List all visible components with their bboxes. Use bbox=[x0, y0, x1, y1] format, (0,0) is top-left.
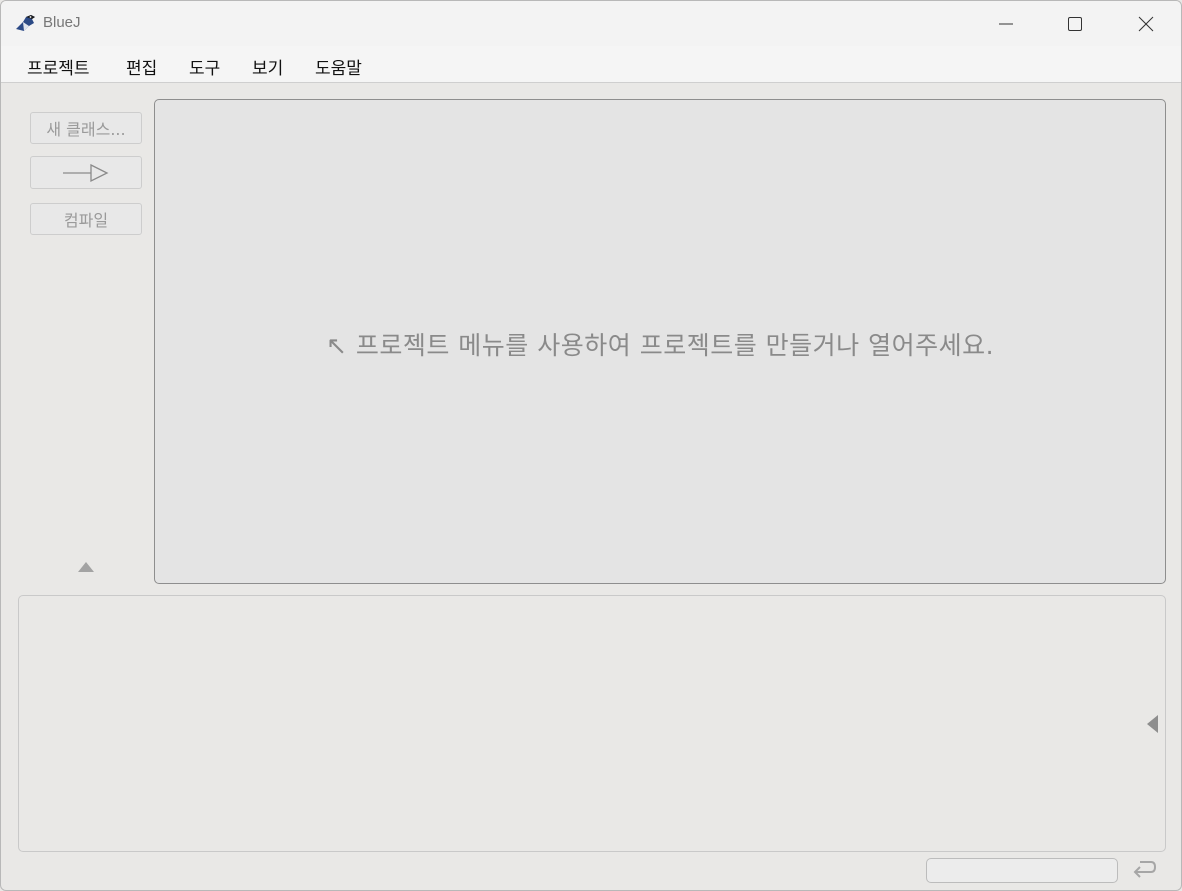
menu-bar: 프로젝트 편집 도구 보기 도움말 bbox=[1, 46, 1181, 83]
maximize-icon bbox=[1068, 16, 1082, 31]
compile-button[interactable]: 컴파일 bbox=[30, 203, 142, 235]
maximize-button[interactable] bbox=[1046, 1, 1104, 46]
status-field bbox=[926, 858, 1118, 883]
close-icon bbox=[1138, 16, 1154, 31]
return-arrow-icon[interactable] bbox=[1131, 859, 1157, 885]
new-class-button[interactable]: 새 클래스... bbox=[30, 112, 142, 144]
inheritance-arrow-button[interactable] bbox=[30, 156, 142, 189]
minimize-button[interactable] bbox=[977, 1, 1035, 46]
title-bar: BlueJ bbox=[1, 1, 1181, 46]
close-button[interactable] bbox=[1117, 1, 1175, 46]
triangle-left-icon[interactable] bbox=[1146, 714, 1159, 738]
class-diagram-canvas[interactable]: ↖ 프로젝트 메뉴를 사용하여 프로젝트를 만들거나 열어주세요. bbox=[154, 99, 1166, 584]
menu-edit[interactable]: 편집 bbox=[126, 54, 157, 79]
inheritance-arrow-icon bbox=[63, 163, 109, 182]
menu-project[interactable]: 프로젝트 bbox=[27, 54, 90, 79]
bluej-window: BlueJ 프로젝트 편집 도구 보기 도움말 새 클래스... 컴파일 ↖ 프… bbox=[0, 0, 1182, 891]
object-bench[interactable] bbox=[18, 595, 1166, 852]
menu-help[interactable]: 도움말 bbox=[315, 54, 362, 79]
minimize-icon bbox=[999, 23, 1013, 24]
open-project-hint: ↖ 프로젝트 메뉴를 사용하여 프로젝트를 만들거나 열어주세요. bbox=[325, 331, 995, 360]
triangle-up-icon[interactable] bbox=[77, 558, 95, 577]
window-title: BlueJ bbox=[43, 14, 81, 31]
bluej-bird-icon bbox=[14, 13, 36, 33]
menu-tools[interactable]: 도구 bbox=[189, 54, 220, 79]
menu-view[interactable]: 보기 bbox=[252, 54, 283, 79]
